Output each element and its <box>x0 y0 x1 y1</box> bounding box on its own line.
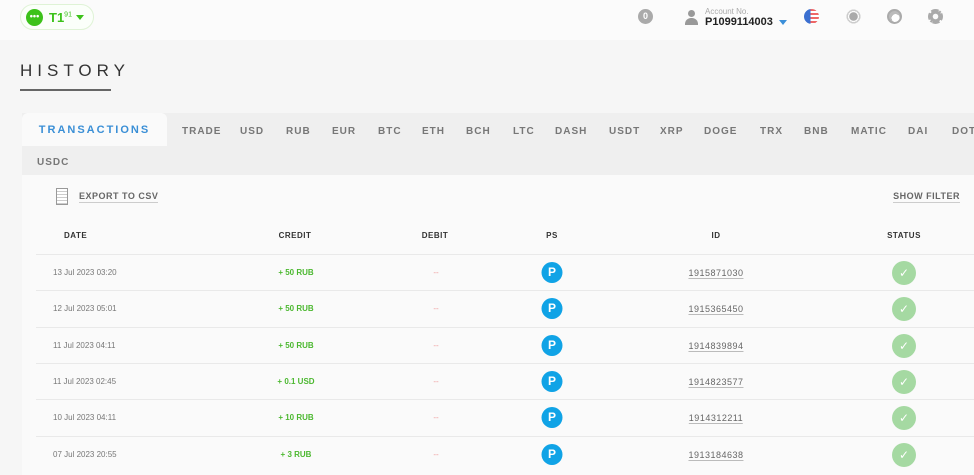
transaction-date: 12 Jul 2023 05:01 <box>53 304 117 314</box>
chevron-down-icon <box>75 14 84 20</box>
export-csv-button[interactable]: EXPORT TO CSV <box>56 188 159 205</box>
user-icon <box>684 10 699 25</box>
tab-trade[interactable]: TRADE <box>182 126 221 137</box>
tab-transactions[interactable]: TRANSACTIONS <box>22 113 167 146</box>
tab-bnb[interactable]: BNB <box>804 126 829 137</box>
transaction-id-link[interactable]: 1914823577 <box>688 377 744 388</box>
column-header-id: ID <box>711 231 721 240</box>
table-row: 10 Jul 2023 04:11 + 10 RUB -- P 1914312211 ✓ <box>36 399 974 435</box>
tab-eur[interactable]: EUR <box>332 126 356 137</box>
table-row: 11 Jul 2023 04:11 + 50 RUB -- P 1914839894 ✓ <box>36 326 974 363</box>
tab-trx[interactable]: TRX <box>760 126 783 137</box>
tab-usdt[interactable]: USDT <box>609 126 640 137</box>
column-header-ps: PS <box>546 231 558 240</box>
status-success-icon: ✓ <box>892 261 916 285</box>
debit-amount: -- <box>433 268 439 277</box>
account-number: P1099114003 <box>705 16 773 28</box>
status-success-icon: ✓ <box>892 406 916 431</box>
column-header-debit: DEBIT <box>421 231 449 240</box>
support-icon[interactable] <box>887 9 902 24</box>
transaction-id-link[interactable]: 1915365450 <box>688 304 744 316</box>
tab-bar: TRANSACTIONS TRADE USD RUB EUR BTC ETH B… <box>22 113 974 175</box>
table-row: 07 Jul 2023 20:55 + 3 RUB -- P 1913184638 ✓ <box>36 435 974 472</box>
payment-system-icon: P <box>541 443 563 465</box>
account-label: Account No. <box>705 7 749 16</box>
balance-sup: 91 <box>64 11 72 19</box>
column-header-status: STATUS <box>887 231 921 240</box>
tab-rub[interactable]: RUB <box>286 126 311 137</box>
column-header-credit: CREDIT <box>278 231 312 240</box>
show-filter-button[interactable]: SHOW FILTER <box>893 191 960 203</box>
payment-system-icon: P <box>541 262 563 283</box>
transaction-date: 11 Jul 2023 04:11 <box>53 340 116 350</box>
balance-label: T1 <box>49 9 65 25</box>
tab-dot[interactable]: DOT <box>952 126 974 137</box>
debit-amount: -- <box>433 340 439 350</box>
sun-icon[interactable] <box>846 9 861 24</box>
transaction-id-link[interactable]: 1915871030 <box>688 268 744 279</box>
transaction-date: 07 Jul 2023 20:55 <box>53 449 117 459</box>
debit-amount: -- <box>433 413 439 423</box>
page-title: HISTORY <box>20 61 130 80</box>
notifications-badge[interactable]: 0 <box>638 9 653 24</box>
debit-amount: -- <box>433 376 439 386</box>
tab-bch[interactable]: BCH <box>466 126 491 137</box>
status-success-icon: ✓ <box>892 333 916 358</box>
credit-amount: + 10 RUB <box>278 413 314 423</box>
transaction-date: 11 Jul 2023 02:45 <box>53 376 117 386</box>
credit-amount: + 50 RUB <box>278 340 314 350</box>
export-csv-label: EXPORT TO CSV <box>79 190 159 203</box>
tab-eth[interactable]: ETH <box>422 126 445 137</box>
table-row: 12 Jul 2023 05:01 + 50 RUB -- P 1915365450 ✓ <box>36 290 974 326</box>
transaction-id-link[interactable]: 1914839894 <box>688 341 744 352</box>
table-row: 13 Jul 2023 03:20 + 50 RUB -- P 1915871030 ✓ <box>36 254 974 290</box>
status-success-icon: ✓ <box>892 442 916 467</box>
payment-system-icon: P <box>541 370 563 392</box>
credit-amount: + 3 RUB <box>280 449 312 459</box>
debit-amount: -- <box>433 304 439 314</box>
transaction-date: 10 Jul 2023 04:11 <box>53 413 117 423</box>
status-success-icon: ✓ <box>892 369 916 394</box>
transaction-id-link[interactable]: 1914312211 <box>688 413 744 425</box>
tab-matic[interactable]: MATIC <box>851 126 887 137</box>
table-row: 11 Jul 2023 02:45 + 0.1 USD -- P 1914823577 ✓ <box>36 362 974 399</box>
chevron-down-icon <box>778 19 787 25</box>
tab-dash[interactable]: DASH <box>555 126 587 137</box>
payment-system-icon: P <box>541 407 563 429</box>
tab-doge[interactable]: DOGE <box>704 126 737 137</box>
tab-btc[interactable]: BTC <box>378 126 402 137</box>
payment-system-icon: P <box>541 298 563 320</box>
account-selector[interactable]: Account No. P1099114003 <box>684 7 787 28</box>
credit-amount: + 0.1 USD <box>277 376 315 386</box>
history-panel: TRANSACTIONS TRADE USD RUB EUR BTC ETH B… <box>22 113 974 475</box>
tab-dai[interactable]: DAI <box>908 126 928 137</box>
tab-usdc[interactable]: USDC <box>37 157 69 168</box>
top-bar: ••• T191 0 Account No. P1099114003 <box>0 0 974 40</box>
tab-ltc[interactable]: LTC <box>513 126 535 137</box>
payment-system-icon: P <box>541 334 563 356</box>
us-flag-icon[interactable] <box>804 9 819 24</box>
transaction-date: 13 Jul 2023 03:20 <box>53 268 117 277</box>
title-underline <box>20 89 111 91</box>
column-header-date: DATE <box>64 231 88 240</box>
tab-usd[interactable]: USD <box>240 126 264 137</box>
gear-icon[interactable] <box>928 9 943 24</box>
debit-amount: -- <box>433 449 439 459</box>
credit-amount: + 50 RUB <box>278 268 314 277</box>
status-success-icon: ✓ <box>892 297 916 322</box>
credit-amount: + 50 RUB <box>278 304 314 314</box>
tab-xrp[interactable]: XRP <box>660 126 684 137</box>
menu-dots-icon: ••• <box>26 8 43 26</box>
transaction-id-link[interactable]: 1913184638 <box>688 450 744 461</box>
spreadsheet-icon <box>56 188 68 205</box>
balance-badge[interactable]: ••• T191 <box>20 4 94 30</box>
